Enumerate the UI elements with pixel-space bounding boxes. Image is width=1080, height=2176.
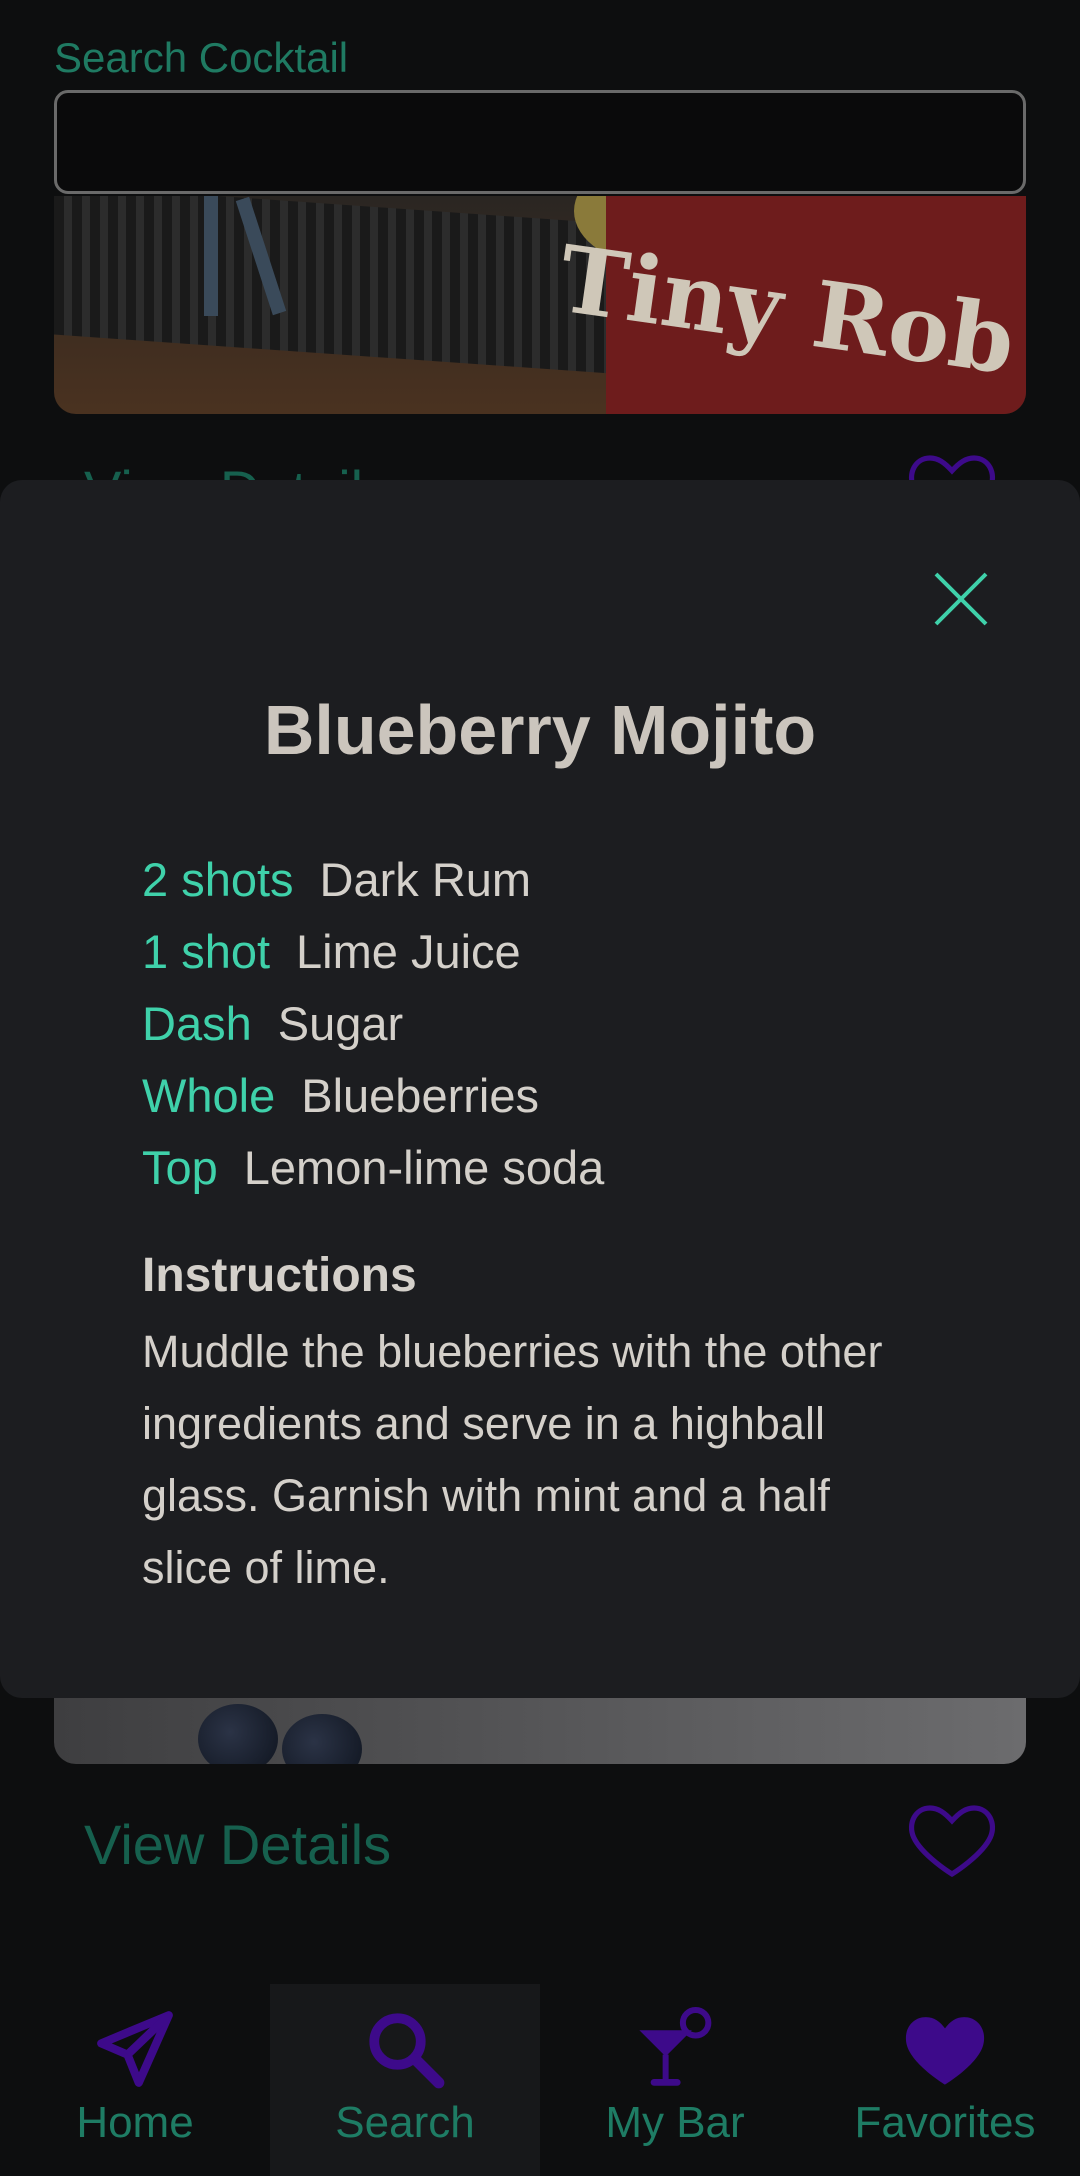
search-input[interactable] (54, 90, 1026, 194)
blueberry-graphic (198, 1704, 278, 1764)
ingredient-name: Blueberries (301, 1069, 539, 1122)
cocktail-glass-icon (639, 2006, 712, 2086)
view-details-link[interactable]: View Details (84, 1812, 391, 1877)
close-icon[interactable] (930, 568, 992, 630)
ingredient-list: 2 shots Dark Rum 1 shot Lime Juice Dash Sug… (142, 852, 604, 1212)
app-screen: Search Cocktail Tiny Rob View Details Vi… (0, 0, 1080, 2176)
ingredient-name: Sugar (277, 997, 404, 1050)
nav-item-home[interactable]: Home (0, 1984, 270, 2176)
nav-item-search[interactable]: Search (270, 1984, 540, 2176)
ingredient-item: 2 shots Dark Rum (142, 852, 604, 924)
cocktail-title: Blueberry Mojito (263, 691, 817, 769)
nav-label: My Bar (605, 2098, 745, 2147)
ingredient-name: Dark Rum (319, 853, 532, 906)
nav-item-my-bar[interactable]: My Bar (540, 1984, 810, 2176)
ingredient-name: Lime Juice (296, 925, 521, 978)
instructions-text: Muddle the blueberries with the other in… (142, 1326, 883, 1593)
ingredient-item: Whole Blueberries (142, 1068, 604, 1140)
ingredient-amount: Top (142, 1141, 218, 1194)
instructions-heading: Instructions (142, 1249, 417, 1302)
ingredient-name: Lemon-lime soda (243, 1141, 605, 1194)
search-icon (369, 2013, 445, 2089)
blueberry-graphic (282, 1714, 362, 1764)
search-label: Search Cocktail (54, 34, 349, 81)
bottom-nav: Home Search My Bar Favorites (0, 1984, 1080, 2176)
ingredient-item: 1 shot Lime Juice (142, 924, 604, 996)
ingredient-item: Top Lemon-lime soda (142, 1140, 604, 1212)
cocktail-card-image (54, 1690, 1026, 1764)
ingredient-amount: Dash (142, 997, 252, 1050)
nav-label: Home (76, 2098, 194, 2147)
paper-plane-icon (97, 2011, 173, 2087)
heart-icon (905, 2017, 985, 2085)
cocktail-card-image: Tiny Rob (54, 196, 1026, 414)
nav-item-favorites[interactable]: Favorites (810, 1984, 1080, 2176)
ingredient-amount: 2 shots (142, 853, 294, 906)
nav-label: Favorites (854, 2098, 1036, 2147)
favorite-heart-icon[interactable] (904, 1790, 1000, 1886)
ingredient-amount: 1 shot (142, 925, 271, 978)
straw-graphic (204, 196, 218, 316)
ingredient-amount: Whole (142, 1069, 276, 1122)
nav-label: Search (335, 2098, 475, 2147)
ingredient-item: Dash Sugar (142, 996, 604, 1068)
